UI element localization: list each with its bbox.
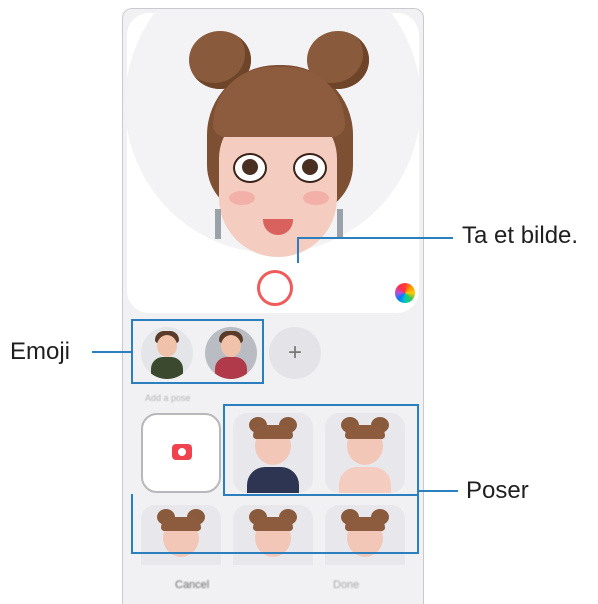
avatar-right-earring: [337, 209, 343, 239]
avatar-left-cheek: [229, 191, 255, 205]
emoji-callout-line: [92, 351, 131, 353]
emoji-callout-label: Emoji: [10, 338, 71, 365]
section-label: Add a pose: [145, 393, 191, 403]
camera-tile[interactable]: [141, 413, 221, 493]
poses-highlight-box-bottom: [131, 494, 419, 554]
color-wheel-icon[interactable]: [395, 283, 415, 303]
poses-callout-label: Poser: [466, 477, 529, 504]
ar-emoji-avatar: [127, 13, 423, 313]
avatar-left-earring: [215, 209, 221, 239]
done-button[interactable]: Done: [333, 579, 359, 591]
avatar-right-cheek: [303, 191, 329, 205]
poses-highlight-box-top: [223, 404, 419, 496]
avatar-preview: [125, 9, 421, 313]
poses-callout-line: [419, 490, 458, 492]
photo-callout-line-vertical: [297, 237, 299, 263]
camera-icon: [172, 444, 192, 460]
shutter-button[interactable]: [257, 270, 293, 306]
avatar-left-eye: [233, 153, 267, 183]
emoji-highlight-box: [131, 319, 264, 384]
avatar-right-eye: [293, 153, 327, 183]
cancel-button[interactable]: Cancel: [175, 579, 209, 591]
photo-callout-label: Ta et bilde.: [462, 222, 579, 249]
bottom-bar: Cancel Done: [123, 565, 423, 604]
add-emoji-button[interactable]: +: [269, 327, 321, 379]
photo-callout-line: [297, 237, 453, 239]
